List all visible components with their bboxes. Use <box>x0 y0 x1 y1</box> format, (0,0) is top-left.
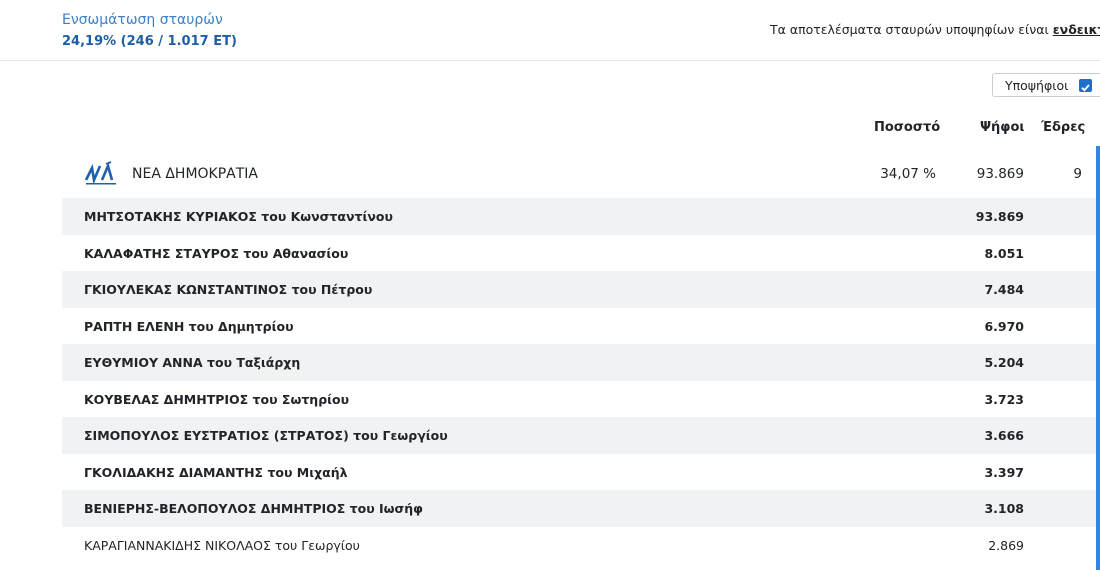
candidates-toggle-label: Υποψήφιοι <box>1005 78 1069 93</box>
candidate-votes: 7.484 <box>984 282 1024 297</box>
candidate-name: ΕΥΘΥΜΙΟΥ ΑΝΝΑ του Ταξιάρχη <box>84 355 301 370</box>
top-bar: Ενσωμάτωση σταυρών 24,19% (246 / 1.017 Ε… <box>0 0 1100 61</box>
candidate-row: ΕΥΘΥΜΙΟΥ ΑΝΝΑ του Ταξιάρχη 5.204 <box>62 344 1096 381</box>
notice: Τα αποτελέσματα σταυρών υποψηφίων είναι … <box>770 22 1100 37</box>
candidate-votes: 2.869 <box>988 537 1024 553</box>
candidate-votes: 8.051 <box>984 245 1024 261</box>
candidate-name: ΚΟΥΒΕΛΑΣ ΔΗΜΗΤΡΙΟΣ του Σωτηρίου <box>84 391 350 407</box>
candidate-votes: 6.970 <box>984 318 1024 334</box>
candidate-row: ΚΑΡΑΓΙΑΝΝΑΚΙΔΗΣ ΝΙΚΟΛΑΟΣ του Γεωργίου 2.… <box>62 527 1096 564</box>
party-row[interactable]: ΝΕΑ ΔΗΜΟΚΡΑΤΙΑ 34,07 % 93.869 9 <box>62 152 1096 196</box>
candidate-list: ΜΗΤΣΟΤΑΚΗΣ ΚΥΡΙΑΚΟΣ του Κωνσταντίνου 93.… <box>62 198 1096 563</box>
candidate-name: ΣΙΜΟΠΟΥΛΟΣ ΕΥΣΤΡΑΤΙΟΣ (ΣΤΡΑΤΟΣ) του Γεωρ… <box>84 428 448 443</box>
candidate-votes: 3.723 <box>984 391 1024 407</box>
candidate-row: ΜΗΤΣΟΤΑΚΗΣ ΚΥΡΙΑΚΟΣ του Κωνσταντίνου 93.… <box>62 198 1096 235</box>
party-name: ΝΕΑ ΔΗΜΟΚΡΑΤΙΑ <box>132 166 259 182</box>
checkbox-checked-icon[interactable] <box>1079 79 1092 92</box>
party-logo-icon <box>84 160 122 188</box>
party-seats: 9 <box>1073 166 1082 182</box>
candidate-row: ΡΑΠΤΗ ΕΛΕΝΗ του Δημητρίου 6.970 <box>62 308 1096 345</box>
candidate-row: ΚΑΛΑΦΑΤΗΣ ΣΤΑΥΡΟΣ του Αθανασίου 8.051 <box>62 235 1096 272</box>
party-percent: 34,07 % <box>880 166 936 182</box>
candidate-votes: 3.397 <box>984 464 1024 480</box>
integration-value: 24,19% (246 / 1.017 ΕΤ) <box>62 34 237 49</box>
candidate-votes: 5.204 <box>984 355 1024 370</box>
candidate-row: ΒΕΝΙΕΡΗΣ-ΒΕΛΟΠΟΥΛΟΣ ΔΗΜΗΤΡΙΟΣ του Ιωσήφ … <box>62 490 1096 527</box>
candidate-name: ΒΕΝΙΕΡΗΣ-ΒΕΛΟΠΟΥΛΟΣ ΔΗΜΗΤΡΙΟΣ του Ιωσήφ <box>84 501 423 516</box>
candidate-name: ΚΑΛΑΦΑΤΗΣ ΣΤΑΥΡΟΣ του Αθανασίου <box>84 245 349 261</box>
candidates-toggle[interactable]: Υποψήφιοι <box>992 73 1100 97</box>
candidate-name: ΜΗΤΣΟΤΑΚΗΣ ΚΥΡΙΑΚΟΣ του Κωνσταντίνου <box>84 209 393 224</box>
candidate-votes: 93.869 <box>975 209 1024 224</box>
candidate-name: ΡΑΠΤΗ ΕΛΕΝΗ του Δημητρίου <box>84 318 294 334</box>
candidate-name: ΚΑΡΑΓΙΑΝΝΑΚΙΔΗΣ ΝΙΚΟΛΑΟΣ του Γεωργίου <box>84 537 360 553</box>
candidate-row: ΓΚΟΛΙΔΑΚΗΣ ΔΙΑΜΑΝΤΗΣ του Μιχαήλ 3.397 <box>62 454 1096 491</box>
candidate-name: ΓΚΟΛΙΔΑΚΗΣ ΔΙΑΜΑΝΤΗΣ του Μιχαήλ <box>84 464 348 480</box>
notice-link[interactable]: ενδεικτικά <box>1053 22 1100 37</box>
scrollbar[interactable] <box>1096 146 1100 570</box>
column-votes: Ψήφοι <box>980 120 1025 135</box>
notice-text: Τα αποτελέσματα σταυρών υποψηφίων είναι <box>770 22 1053 37</box>
candidate-row: ΣΙΜΟΠΟΥΛΟΣ ΕΥΣΤΡΑΤΙΟΣ (ΣΤΡΑΤΟΣ) του Γεωρ… <box>62 417 1096 454</box>
candidate-votes: 3.666 <box>984 428 1024 443</box>
party-votes: 93.869 <box>976 166 1024 182</box>
candidate-votes: 3.108 <box>984 501 1024 516</box>
candidate-row: ΚΟΥΒΕΛΑΣ ΔΗΜΗΤΡΙΟΣ του Σωτηρίου 3.723 <box>62 381 1096 418</box>
column-percent: Ποσοστό <box>874 120 941 135</box>
candidate-row: ΓΚΙΟΥΛΕΚΑΣ ΚΩΝΣΤΑΝΤΙΝΟΣ του Πέτρου 7.484 <box>62 271 1096 308</box>
integration-label: Ενσωμάτωση σταυρών <box>62 12 223 28</box>
candidate-name: ΓΚΙΟΥΛΕΚΑΣ ΚΩΝΣΤΑΝΤΙΝΟΣ του Πέτρου <box>84 282 373 297</box>
column-seats: Έδρες <box>1041 120 1086 135</box>
